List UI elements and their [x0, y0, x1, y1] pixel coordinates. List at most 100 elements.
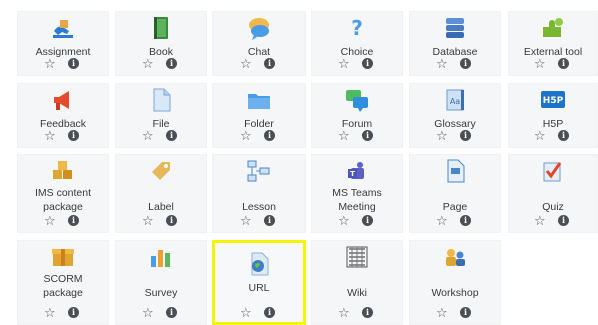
- activity-actions: ☆ i: [526, 214, 580, 228]
- activity-label: Quiz: [542, 201, 564, 213]
- activity-label: Page: [442, 201, 468, 213]
- activity-tile-file[interactable]: File ☆ i: [115, 83, 207, 148]
- info-icon[interactable]: i: [166, 58, 177, 69]
- star-icon[interactable]: ☆: [436, 57, 448, 71]
- activity-tile-choice[interactable]: ? Choice ☆ i: [311, 11, 403, 76]
- activity-tile-page[interactable]: Page ☆ i: [409, 154, 501, 233]
- star-icon[interactable]: ☆: [338, 129, 350, 143]
- star-icon[interactable]: ☆: [44, 129, 56, 143]
- info-icon[interactable]: i: [362, 215, 373, 226]
- star-icon[interactable]: ☆: [338, 57, 350, 71]
- activity-tile-glossary[interactable]: Aa Glossary ☆ i: [409, 83, 501, 148]
- activity-tile-ms-teams-meeting[interactable]: T MS Teams Meeting ☆ i: [311, 154, 403, 233]
- star-icon[interactable]: ☆: [338, 214, 350, 228]
- star-icon[interactable]: ☆: [44, 306, 56, 320]
- info-icon[interactable]: i: [68, 58, 79, 69]
- activity-actions: ☆ i: [330, 57, 384, 71]
- activity-tile-assignment[interactable]: Assignment ☆ i: [17, 11, 109, 76]
- star-icon[interactable]: ☆: [436, 129, 448, 143]
- info-icon[interactable]: i: [264, 307, 275, 318]
- activity-tile-feedback[interactable]: Feedback ☆ i: [17, 83, 109, 148]
- forum-icon: [344, 87, 370, 113]
- scorm-package-icon: [50, 244, 76, 270]
- activity-tile-folder[interactable]: Folder ☆ i: [212, 83, 306, 148]
- info-icon[interactable]: i: [264, 215, 275, 226]
- star-icon[interactable]: ☆: [142, 306, 154, 320]
- star-icon[interactable]: ☆: [534, 57, 546, 71]
- activity-actions: ☆ i: [134, 214, 188, 228]
- star-icon[interactable]: ☆: [240, 306, 252, 320]
- h5p-icon: H5P: [540, 87, 566, 113]
- glossary-icon: Aa: [442, 87, 468, 113]
- star-icon[interactable]: ☆: [44, 57, 56, 71]
- info-icon[interactable]: i: [68, 130, 79, 141]
- activity-label: URL: [248, 282, 270, 294]
- lesson-icon: [246, 158, 272, 184]
- activity-tile-url[interactable]: URL ☆ i: [212, 240, 306, 325]
- activity-actions: ☆ i: [330, 129, 384, 143]
- activity-tile-workshop[interactable]: Workshop ☆ i: [409, 240, 501, 325]
- info-icon[interactable]: i: [460, 58, 471, 69]
- assignment-icon: [50, 15, 76, 41]
- star-icon[interactable]: ☆: [436, 214, 448, 228]
- folder-icon: [246, 87, 272, 113]
- activity-label: SCORM package: [43, 273, 83, 299]
- activity-tile-wiki[interactable]: Wiki ☆ i: [311, 240, 403, 325]
- info-icon[interactable]: i: [166, 307, 177, 318]
- activity-actions: ☆ i: [232, 306, 286, 320]
- activity-label: Survey: [144, 287, 178, 299]
- star-icon[interactable]: ☆: [240, 129, 252, 143]
- activity-tile-book[interactable]: Book ☆ i: [115, 11, 207, 76]
- activity-actions: ☆ i: [36, 306, 90, 320]
- activity-tile-external-tool[interactable]: External tool ☆ i: [508, 11, 598, 76]
- info-icon[interactable]: i: [460, 130, 471, 141]
- activity-tile-chat[interactable]: Chat ☆ i: [212, 11, 306, 76]
- star-icon[interactable]: ☆: [534, 214, 546, 228]
- star-icon[interactable]: ☆: [142, 57, 154, 71]
- star-icon[interactable]: ☆: [44, 214, 56, 228]
- star-icon[interactable]: ☆: [534, 129, 546, 143]
- activity-tile-ims-content-package[interactable]: IMS content package ☆ i: [17, 154, 109, 233]
- info-icon[interactable]: i: [362, 307, 373, 318]
- star-icon[interactable]: ☆: [142, 214, 154, 228]
- survey-chart-icon: [148, 244, 174, 270]
- info-icon[interactable]: i: [264, 58, 275, 69]
- activity-actions: ☆ i: [36, 214, 90, 228]
- svg-text:?: ?: [351, 16, 363, 40]
- activity-tile-h5p[interactable]: H5P H5P ☆ i: [508, 83, 598, 148]
- activity-actions: ☆ i: [428, 306, 482, 320]
- info-icon[interactable]: i: [362, 58, 373, 69]
- ims-package-icon: [50, 158, 76, 184]
- star-icon[interactable]: ☆: [240, 57, 252, 71]
- star-icon[interactable]: ☆: [142, 129, 154, 143]
- url-globe-icon: [246, 251, 272, 277]
- activity-actions: ☆ i: [526, 129, 580, 143]
- h5p-badge-text: H5P: [543, 96, 564, 106]
- activity-tile-scorm-package[interactable]: SCORM package ☆ i: [17, 240, 109, 325]
- info-icon[interactable]: i: [558, 58, 569, 69]
- activity-label: Wiki: [347, 287, 367, 299]
- activity-tile-label[interactable]: Label ☆ i: [115, 154, 207, 233]
- info-icon[interactable]: i: [558, 130, 569, 141]
- info-icon[interactable]: i: [460, 215, 471, 226]
- info-icon[interactable]: i: [264, 130, 275, 141]
- teams-icon: T: [344, 158, 370, 184]
- book-icon: [148, 15, 174, 41]
- info-icon[interactable]: i: [558, 215, 569, 226]
- activity-tile-lesson[interactable]: Lesson ☆ i: [212, 154, 306, 233]
- activity-tile-forum[interactable]: Forum ☆ i: [311, 83, 403, 148]
- activity-tile-quiz[interactable]: Quiz ☆ i: [508, 154, 598, 233]
- info-icon[interactable]: i: [460, 307, 471, 318]
- database-icon: [442, 15, 468, 41]
- activity-actions: ☆ i: [134, 306, 188, 320]
- activity-tile-database[interactable]: Database ☆ i: [409, 11, 501, 76]
- info-icon[interactable]: i: [362, 130, 373, 141]
- info-icon[interactable]: i: [166, 130, 177, 141]
- info-icon[interactable]: i: [166, 215, 177, 226]
- star-icon[interactable]: ☆: [240, 214, 252, 228]
- star-icon[interactable]: ☆: [436, 306, 448, 320]
- info-icon[interactable]: i: [68, 215, 79, 226]
- info-icon[interactable]: i: [68, 307, 79, 318]
- star-icon[interactable]: ☆: [338, 306, 350, 320]
- activity-tile-survey[interactable]: Survey ☆ i: [115, 240, 207, 325]
